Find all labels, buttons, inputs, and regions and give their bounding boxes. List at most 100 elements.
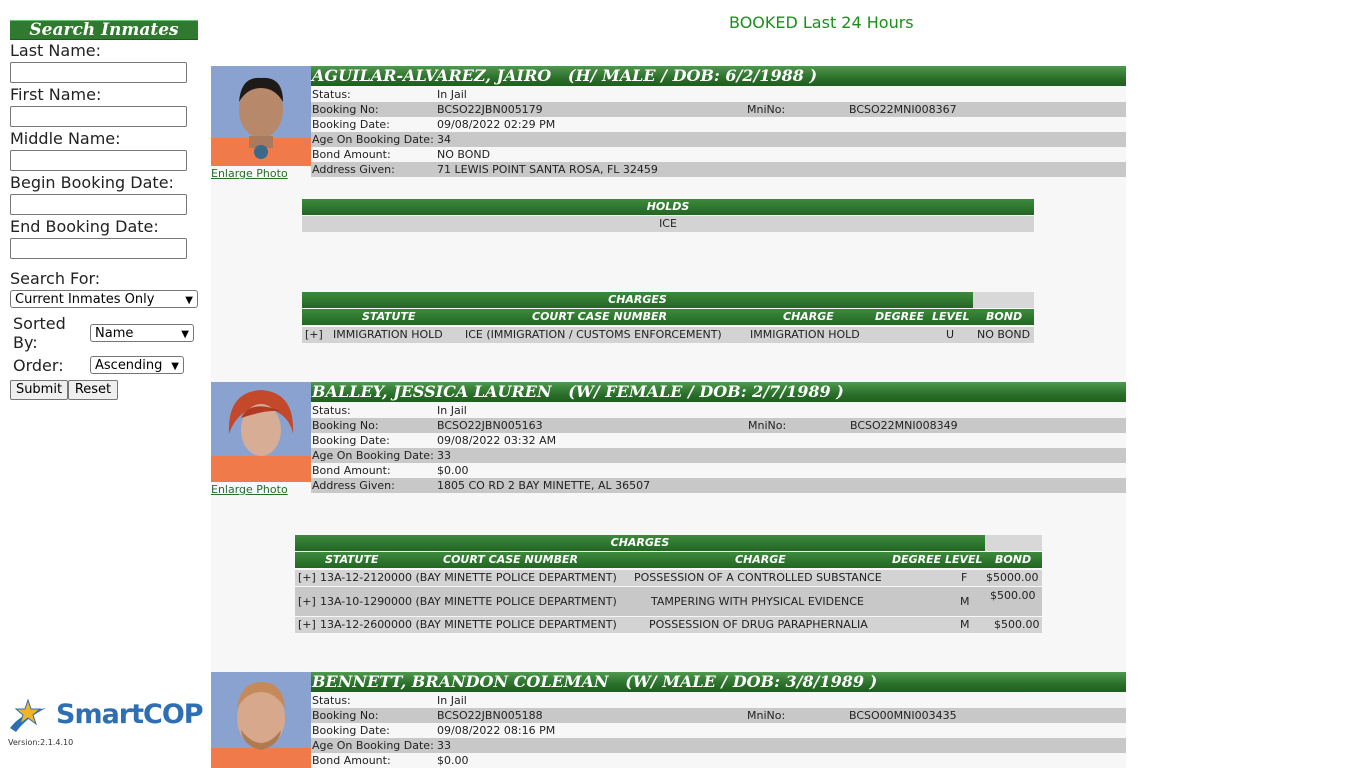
charge-description: POSSESSION OF DRUG PARAPHERNALIA (649, 618, 868, 631)
charge-bond: NO BOND (977, 328, 1031, 341)
status-value: In Jail (437, 404, 467, 417)
charge-description: TAMPERING WITH PHYSICAL EVIDENCE (651, 595, 864, 608)
charge-court-case: ICE (IMMIGRATION / CUSTOMS ENFORCEMENT) (465, 328, 722, 341)
charge-description: POSSESSION OF A CONTROLLED SUBSTANCE (634, 571, 882, 584)
charges-header-spacer (985, 535, 1042, 551)
inmate-record: Enlarge Photo AGUILAR-ALVAREZ, JAIRO (H/… (211, 66, 1126, 346)
enlarge-photo-link[interactable]: Enlarge Photo (211, 167, 288, 180)
last-name-input[interactable] (10, 62, 187, 83)
end-booking-date-label: End Booking Date: (10, 217, 159, 236)
bond-label: Bond Amount: (312, 464, 391, 477)
booking-no-row: Booking No: BCSO22JBN005163 MniNo: BCSO2… (311, 418, 1126, 433)
status-row: Status: In Jail (311, 693, 1126, 708)
booking-no-label: Booking No: (312, 419, 379, 432)
inmate-name-header: BENNETT, BRANDON COLEMAN (W/ MALE / DOB:… (311, 672, 1126, 692)
age-value: 33 (437, 739, 451, 752)
middle-name-input[interactable] (10, 150, 187, 171)
expand-charge-toggle[interactable]: [+] (298, 570, 316, 585)
address-row: Address Given: 1805 CO RD 2 BAY MINETTE,… (311, 478, 1126, 493)
mnino-value: BCSO22MNI008367 (849, 103, 957, 116)
enlarge-photo-link[interactable]: Enlarge Photo (211, 483, 288, 496)
status-row: Status: In Jail (311, 87, 1126, 102)
submit-button[interactable]: Submit (10, 380, 68, 400)
mnino-label: MniNo: (747, 103, 786, 116)
charge-row: [+] 13A-12-260 0000 (BAY MINETTE POLICE … (295, 617, 1042, 633)
age-row: Age On Booking Date: 33 (311, 738, 1126, 753)
star-swoosh-icon (10, 698, 46, 732)
sorted-by-label: Sorted By: (13, 314, 66, 352)
chevron-down-icon: ▼ (185, 295, 193, 306)
booking-date-row: Booking Date: 09/08/2022 02:29 PM (311, 117, 1126, 132)
col-statute: STATUTE (325, 553, 379, 566)
mugshot-photo (211, 382, 311, 482)
mnino-label: MniNo: (748, 419, 787, 432)
chevron-down-icon: ▼ (171, 361, 179, 372)
charge-row: [+] 13A-10-129 0000 (BAY MINETTE POLICE … (295, 587, 1042, 616)
charge-row: [+] 13A-12-212 0000 (BAY MINETTE POLICE … (295, 570, 1042, 586)
booking-date-row: Booking Date: 09/08/2022 03:32 AM (311, 433, 1126, 448)
age-label: Age On Booking Date: (312, 739, 434, 752)
expand-charge-toggle[interactable]: [+] (298, 594, 316, 609)
bond-label: Bond Amount: (312, 754, 391, 767)
bond-value: $0.00 (437, 754, 469, 767)
col-degree: DEGREE (875, 310, 925, 323)
begin-booking-date-input[interactable] (10, 194, 187, 215)
bond-value: $0.00 (437, 464, 469, 477)
bond-row: Bond Amount: $0.00 (311, 753, 1126, 768)
charge-court-case: 0000 (BAY MINETTE POLICE DEPARTMENT) (384, 571, 617, 584)
inmate-name-header: BALLEY, JESSICA LAUREN (W/ FEMALE / DOB:… (311, 382, 1126, 402)
address-value: 1805 CO RD 2 BAY MINETTE, AL 36507 (437, 479, 651, 492)
charge-level: F (961, 571, 968, 584)
charge-level: M (960, 618, 970, 631)
mugshot-photo (211, 66, 311, 166)
status-label: Status: (312, 694, 351, 707)
middle-name-label: Middle Name: (10, 129, 121, 148)
inmate-record: BENNETT, BRANDON COLEMAN (W/ MALE / DOB:… (211, 672, 1126, 768)
age-label: Age On Booking Date: (312, 133, 434, 146)
end-booking-date-input[interactable] (10, 238, 187, 259)
charge-level: U (946, 328, 955, 341)
first-name-input[interactable] (10, 106, 187, 127)
col-statute: STATUTE (362, 310, 416, 323)
charges-column-header: STATUTE COURT CASE NUMBER CHARGE DEGREE … (295, 552, 1042, 568)
charge-bond: $5000.00 (986, 571, 1039, 584)
search-for-label: Search For: (10, 269, 101, 288)
last-name-label: Last Name: (10, 41, 102, 60)
expand-charge-toggle[interactable]: [+] (305, 327, 323, 342)
booking-no-value: BCSO22JBN005179 (437, 103, 543, 116)
order-value: Ascending (95, 358, 163, 373)
sorted-by-select[interactable]: Name ▼ (90, 324, 194, 342)
booking-date-label: Booking Date: (312, 118, 390, 131)
booking-date-label: Booking Date: (312, 724, 390, 737)
booking-no-label: Booking No: (312, 103, 379, 116)
bond-row: Bond Amount: NO BOND (311, 147, 1126, 162)
sorted-by-label-line2: By: (13, 333, 38, 352)
charge-statute: 13A-12-212 (320, 571, 385, 584)
charge-statute: 13A-12-260 (320, 618, 385, 631)
status-label: Status: (312, 88, 351, 101)
search-for-select[interactable]: Current Inmates Only ▼ (10, 290, 198, 308)
inmate-record: Enlarge Photo BALLEY, JESSICA LAUREN (W/… (211, 382, 1126, 642)
col-charge: CHARGE (783, 310, 834, 323)
address-label: Address Given: (312, 479, 395, 492)
first-name-label: First Name: (10, 85, 102, 104)
booking-no-row: Booking No: BCSO22JBN005188 MniNo: BCSO0… (311, 708, 1126, 723)
status-label: Status: (312, 404, 351, 417)
col-charge: CHARGE (735, 553, 786, 566)
inmate-name-header: AGUILAR-ALVAREZ, JAIRO (H/ MALE / DOB: 6… (311, 66, 1126, 86)
reset-button[interactable]: Reset (68, 380, 118, 400)
charges-column-header: STATUTE COURT CASE NUMBER CHARGE DEGREE … (302, 309, 1034, 325)
order-select[interactable]: Ascending ▼ (90, 356, 184, 374)
bond-label: Bond Amount: (312, 148, 391, 161)
expand-charge-toggle[interactable]: [+] (298, 617, 316, 632)
charge-statute: 13A-10-129 (320, 595, 385, 608)
logo-text: SmartCOP (56, 699, 204, 730)
mnino-value: BCSO00MNI003435 (849, 709, 957, 722)
charge-bond: $500.00 (990, 589, 1036, 602)
begin-booking-date-label: Begin Booking Date: (10, 173, 174, 192)
col-degree-level: DEGREE LEVEL (892, 553, 983, 566)
charge-bond: $500.00 (994, 618, 1040, 631)
bond-row: Bond Amount: $0.00 (311, 463, 1126, 478)
search-for-value: Current Inmates Only (15, 292, 155, 307)
status-value: In Jail (437, 694, 467, 707)
